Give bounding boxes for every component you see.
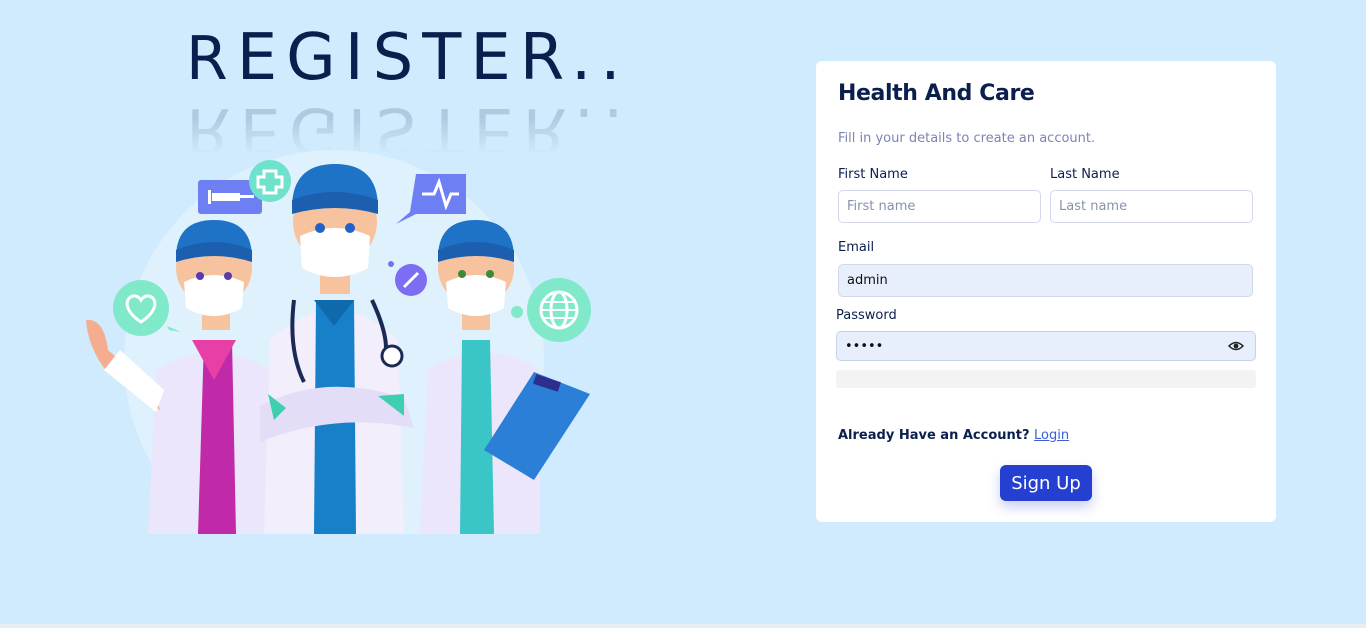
email-field[interactable] — [838, 264, 1253, 297]
last-name-field[interactable] — [1050, 190, 1253, 223]
password-wrapper — [836, 331, 1256, 361]
title-rest: EGISTER.. — [236, 21, 630, 95]
last-name-label: Last Name — [1050, 167, 1120, 182]
card-title: Health And Care — [838, 81, 1035, 106]
sign-up-button[interactable]: Sign Up — [1000, 465, 1092, 501]
first-name-label: First Name — [838, 167, 908, 182]
doctor-right — [420, 220, 590, 534]
registration-card: Health And Care Fill in your details to … — [816, 61, 1276, 522]
doctor-left — [86, 220, 274, 534]
first-name-field[interactable] — [838, 190, 1041, 223]
medical-cross-icon — [249, 160, 291, 202]
eye-icon[interactable] — [1228, 338, 1244, 354]
password-field[interactable] — [836, 331, 1256, 361]
email-label: Email — [838, 240, 875, 255]
login-link[interactable]: Login — [1034, 428, 1069, 443]
card-subtitle: Fill in your details to create an accoun… — [838, 131, 1096, 146]
account-prompt: Already Have an Account? Login — [838, 428, 1069, 443]
bottom-scrollbar — [0, 624, 1366, 628]
password-label: Password — [836, 308, 897, 323]
title-first-letter: R — [186, 24, 237, 94]
account-prompt-text: Already Have an Account? — [838, 428, 1030, 443]
page-title: REGISTER.. — [186, 18, 630, 99]
password-strength-bar — [836, 370, 1256, 388]
doctors-illustration — [86, 150, 591, 534]
